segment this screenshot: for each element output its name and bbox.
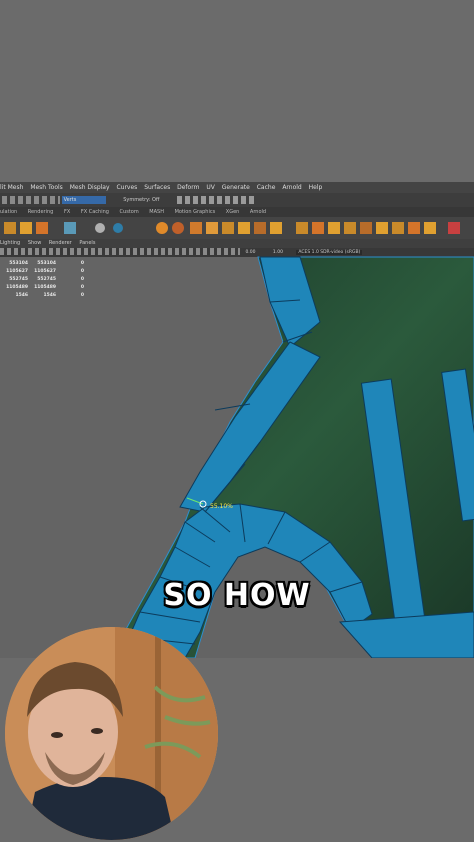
hud-row: 1105489 1105489 0 xyxy=(6,285,84,290)
hud-row: 1105627 1105627 0 xyxy=(6,269,84,274)
video-caption: SO HOW xyxy=(163,578,311,613)
presenter-image xyxy=(5,627,218,840)
hud-row: 553104 553104 0 xyxy=(9,261,84,266)
hud-row: 552745 552745 0 xyxy=(9,277,84,282)
hud-row: 1546 1546 0 xyxy=(15,293,84,298)
heads-up-display-stats: 553104 553104 0 1105627 1105627 0 552745 5527… xyxy=(0,260,84,300)
webcam-overlay xyxy=(5,627,218,840)
slide-percentage-readout: 55.10% xyxy=(210,503,233,510)
